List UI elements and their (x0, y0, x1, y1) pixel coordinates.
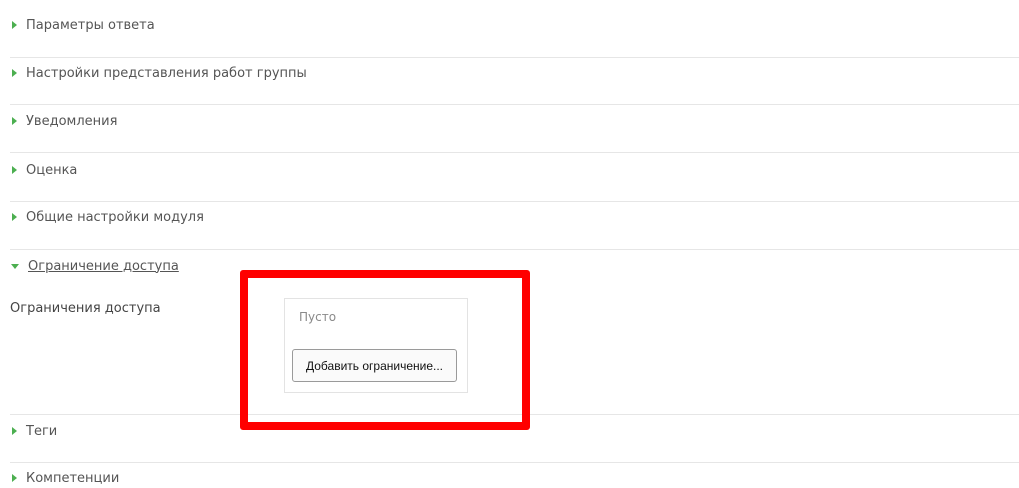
divider (10, 152, 1019, 153)
divider (10, 462, 1019, 463)
section-common-module-settings[interactable]: Общие настройки модуля (10, 207, 1019, 227)
empty-state-text: Пусто (299, 310, 337, 324)
section-label: Параметры ответа (26, 17, 155, 33)
section-notifications[interactable]: Уведомления (10, 111, 1019, 131)
availability-conditions-box: Пусто Добавить ограничение... (284, 298, 468, 393)
section-competencies[interactable]: Компетенции (10, 468, 1019, 488)
divider (10, 414, 1019, 415)
expand-arrow-icon (12, 21, 17, 29)
section-response-options[interactable]: Параметры ответа (10, 15, 1019, 35)
section-label: Теги (26, 423, 58, 439)
expand-arrow-icon (12, 117, 17, 125)
expand-arrow-icon (12, 213, 17, 221)
divider (10, 201, 1019, 202)
collapse-arrow-icon (11, 263, 19, 269)
section-tags[interactable]: Теги (10, 421, 1019, 441)
section-grade[interactable]: Оценка (10, 160, 1019, 180)
section-label: Уведомления (26, 113, 118, 129)
section-label: Компетенции (26, 470, 120, 486)
section-label: Общие настройки модуля (26, 209, 204, 225)
expand-arrow-icon (12, 427, 17, 435)
access-restrictions-label: Ограничения доступа (10, 301, 161, 316)
section-label: Оценка (26, 162, 78, 178)
divider (10, 104, 1019, 105)
divider (10, 57, 1019, 58)
section-label: Настройки представления работ группы (26, 65, 307, 81)
divider (10, 249, 1019, 250)
section-restrict-access[interactable]: Ограничение доступа (10, 256, 1019, 276)
add-restriction-button[interactable]: Добавить ограничение... (292, 349, 457, 382)
expand-arrow-icon (12, 474, 17, 482)
section-group-submission-settings[interactable]: Настройки представления работ группы (10, 63, 1019, 83)
expand-arrow-icon (12, 166, 17, 174)
section-label[interactable]: Ограничение доступа (28, 259, 179, 274)
expand-arrow-icon (12, 69, 17, 77)
